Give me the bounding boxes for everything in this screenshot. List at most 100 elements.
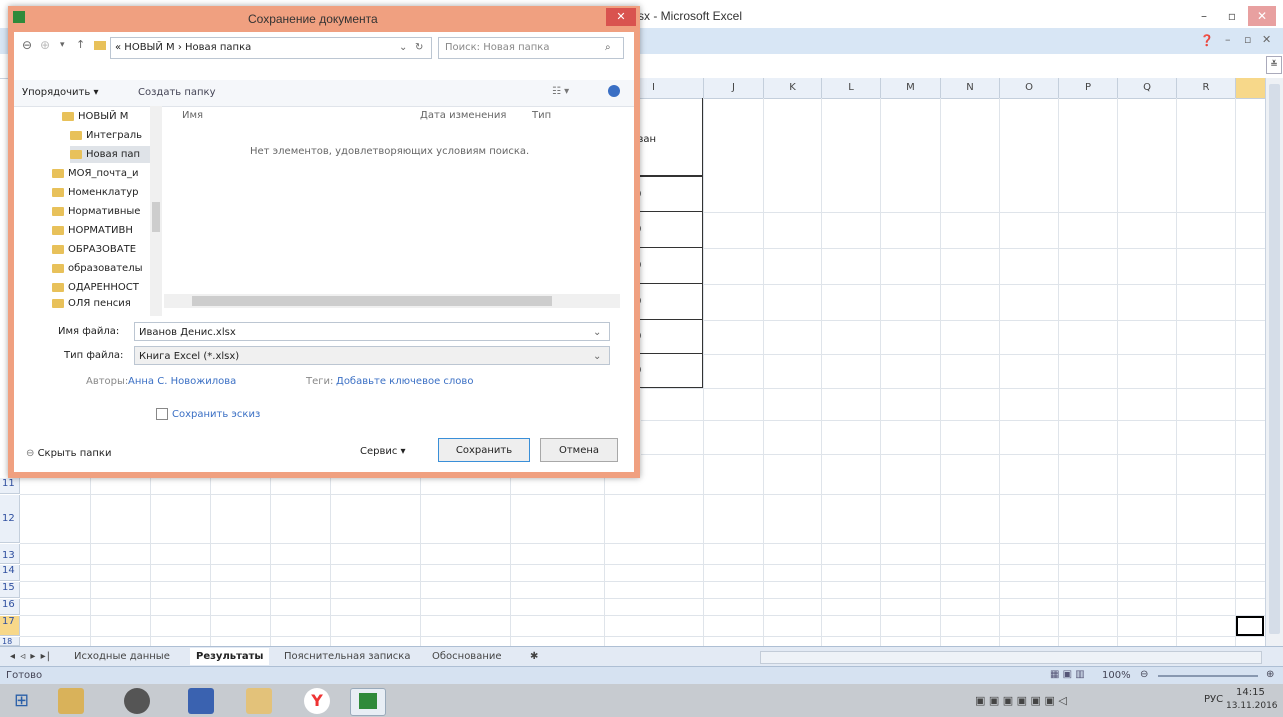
expand-formula-icon[interactable]: ≚ bbox=[1266, 56, 1282, 74]
save-button[interactable]: Сохранить bbox=[438, 438, 530, 462]
row-header-12[interactable]: 12 bbox=[0, 495, 20, 543]
tree-scrollbar[interactable] bbox=[150, 106, 162, 316]
tree-item[interactable]: Номенклатур bbox=[52, 184, 139, 201]
up-icon[interactable]: ↑ bbox=[76, 38, 85, 51]
tree-scroll-thumb[interactable] bbox=[152, 202, 160, 232]
ribbon-minimize-icon[interactable]: – bbox=[1225, 33, 1231, 46]
minimize-button[interactable]: – bbox=[1190, 6, 1218, 26]
active-cell[interactable] bbox=[1236, 616, 1264, 636]
cancel-button[interactable]: Отмена bbox=[540, 438, 618, 462]
row-header-11[interactable]: 11 bbox=[0, 478, 20, 494]
filetype-dropdown-icon[interactable]: ⌄ bbox=[593, 347, 601, 366]
column-header-j[interactable]: J bbox=[704, 78, 764, 99]
organize-button[interactable]: Упорядочить ▾ bbox=[22, 87, 98, 98]
tags-value[interactable]: Добавьте ключевое слово bbox=[336, 376, 473, 387]
ribbon-restore-icon[interactable]: ▫ bbox=[1244, 33, 1251, 46]
forward-icon[interactable]: ⊕ bbox=[40, 38, 50, 52]
sheet-tab-notes[interactable]: Пояснительная записка bbox=[278, 648, 416, 665]
word-icon[interactable] bbox=[188, 688, 214, 714]
address-bar[interactable]: « НОВЫЙ М › Новая папка ⌄ ↻ bbox=[110, 37, 432, 59]
folder-icon bbox=[62, 111, 74, 121]
sheet-tab-source[interactable]: Исходные данные bbox=[68, 648, 176, 665]
dialog-title-bar[interactable]: Сохранение документа ✕ bbox=[8, 6, 640, 32]
file-list[interactable]: Имя Дата изменения Тип Нет элементов, уд… bbox=[164, 106, 634, 320]
column-header-r[interactable]: R bbox=[1177, 78, 1236, 99]
help-icon[interactable] bbox=[608, 85, 620, 97]
tree-item[interactable]: НОРМАТИВН bbox=[52, 222, 133, 239]
hide-folders-button[interactable]: ⊖ Скрыть папки bbox=[26, 448, 111, 459]
address-dropdown-icon[interactable]: ⌄ bbox=[399, 38, 407, 58]
tray-icons[interactable]: ▣ ▣ ▣ ▣ ▣ ▣ ◁ bbox=[975, 694, 1067, 707]
clock-date[interactable]: 13.11.2016 bbox=[1226, 701, 1278, 711]
tree-item[interactable]: МОЯ_почта_и bbox=[52, 165, 138, 182]
thumbnail-checkbox[interactable] bbox=[156, 408, 168, 420]
horizontal-scrollbar[interactable] bbox=[760, 651, 1262, 664]
sheet-tab-justification[interactable]: Обоснование bbox=[426, 648, 508, 665]
zoom-in-icon[interactable]: ⊕ bbox=[1266, 669, 1274, 680]
language-indicator[interactable]: РУС bbox=[1204, 694, 1223, 705]
back-icon[interactable]: ⊖ bbox=[22, 38, 32, 52]
tree-item-selected[interactable]: Новая пап bbox=[70, 146, 150, 163]
tools-button[interactable]: Сервис ▾ bbox=[360, 446, 406, 457]
column-name[interactable]: Имя bbox=[182, 110, 203, 121]
maximize-button[interactable]: ▫ bbox=[1218, 6, 1246, 26]
tree-item[interactable]: Нормативные bbox=[52, 203, 140, 220]
zoom-slider[interactable] bbox=[1158, 675, 1258, 677]
ribbon-close-icon[interactable]: ✕ bbox=[1262, 33, 1271, 46]
column-header-o[interactable]: O bbox=[1000, 78, 1059, 99]
zoom-out-icon[interactable]: ⊖ bbox=[1140, 669, 1148, 680]
tree-item[interactable]: ОЛЯ пенсия bbox=[52, 298, 131, 308]
filename-value: Иванов Денис.xlsx bbox=[139, 327, 236, 338]
column-date[interactable]: Дата изменения bbox=[420, 110, 506, 121]
search-input[interactable]: Поиск: Новая папка ⌕ bbox=[438, 37, 624, 59]
column-header-q[interactable]: Q bbox=[1118, 78, 1177, 99]
tree-item[interactable]: образователы bbox=[52, 260, 142, 277]
filename-input[interactable]: Иванов Денис.xlsx ⌄ bbox=[134, 322, 610, 341]
sheet-tab-results[interactable]: Результаты bbox=[190, 648, 270, 665]
vertical-scrollbar[interactable] bbox=[1265, 78, 1283, 646]
folder-icon bbox=[70, 130, 82, 140]
dialog-close-button[interactable]: ✕ bbox=[606, 8, 636, 26]
new-folder-button[interactable]: Создать папку bbox=[138, 87, 216, 98]
refresh-icon[interactable]: ↻ bbox=[415, 38, 423, 58]
close-button[interactable]: ✕ bbox=[1248, 6, 1276, 26]
authors-value[interactable]: Анна С. Новожилова bbox=[128, 376, 236, 387]
tree-item[interactable]: ОБРАЗОВАТЕ bbox=[52, 241, 136, 258]
clock-time[interactable]: 14:15 bbox=[1236, 687, 1265, 698]
recent-dropdown-icon[interactable]: ▾ bbox=[60, 40, 65, 50]
tree-item[interactable]: ОДАРЕННОСТ bbox=[52, 279, 139, 296]
row-header-13[interactable]: 13 bbox=[0, 544, 20, 564]
column-type[interactable]: Тип bbox=[532, 110, 551, 121]
row-header-17[interactable]: 17 bbox=[0, 616, 20, 636]
help-icon[interactable]: ❓ bbox=[1200, 34, 1214, 47]
tree-item[interactable]: НОВЫЙ М bbox=[62, 108, 128, 125]
insert-sheet-icon[interactable]: ✱ bbox=[524, 648, 544, 665]
view-options-icon[interactable]: ☷ ▾ bbox=[552, 86, 569, 97]
row-header-14[interactable]: 14 bbox=[0, 565, 20, 581]
tree-item[interactable]: Интеграль bbox=[70, 127, 142, 144]
yandex-browser-icon[interactable]: Y bbox=[304, 688, 330, 714]
view-buttons[interactable]: ▦ ▣ ▥ bbox=[1050, 669, 1085, 680]
sheet-nav-arrows[interactable]: ◂ ◃ ▸ ▸| bbox=[4, 648, 57, 665]
media-player-icon[interactable] bbox=[124, 688, 150, 714]
thumbnail-label[interactable]: Сохранить эскиз bbox=[172, 409, 260, 420]
column-header-k[interactable]: K bbox=[764, 78, 822, 99]
column-header-m[interactable]: M bbox=[881, 78, 941, 99]
file-explorer-icon[interactable] bbox=[246, 688, 272, 714]
column-header-s[interactable] bbox=[1236, 78, 1266, 99]
zoom-level[interactable]: 100% bbox=[1102, 670, 1131, 681]
filetype-select[interactable]: Книга Excel (*.xlsx) ⌄ bbox=[134, 346, 610, 365]
filename-dropdown-icon[interactable]: ⌄ bbox=[593, 323, 601, 342]
excel-taskbar-icon[interactable] bbox=[350, 688, 386, 716]
column-header-l[interactable]: L bbox=[822, 78, 881, 99]
photo-app-icon[interactable] bbox=[58, 688, 84, 714]
start-icon[interactable]: ⊞ bbox=[14, 690, 29, 711]
file-list-scroll-thumb[interactable] bbox=[192, 296, 552, 306]
row-header-16[interactable]: 16 bbox=[0, 599, 20, 615]
row-header-18[interactable]: 18 bbox=[0, 637, 20, 646]
row-header-15[interactable]: 15 bbox=[0, 582, 20, 598]
vertical-scroll-thumb[interactable] bbox=[1269, 84, 1280, 634]
column-header-n[interactable]: N bbox=[941, 78, 1000, 99]
file-list-hscrollbar[interactable] bbox=[164, 294, 620, 308]
column-header-p[interactable]: P bbox=[1059, 78, 1118, 99]
